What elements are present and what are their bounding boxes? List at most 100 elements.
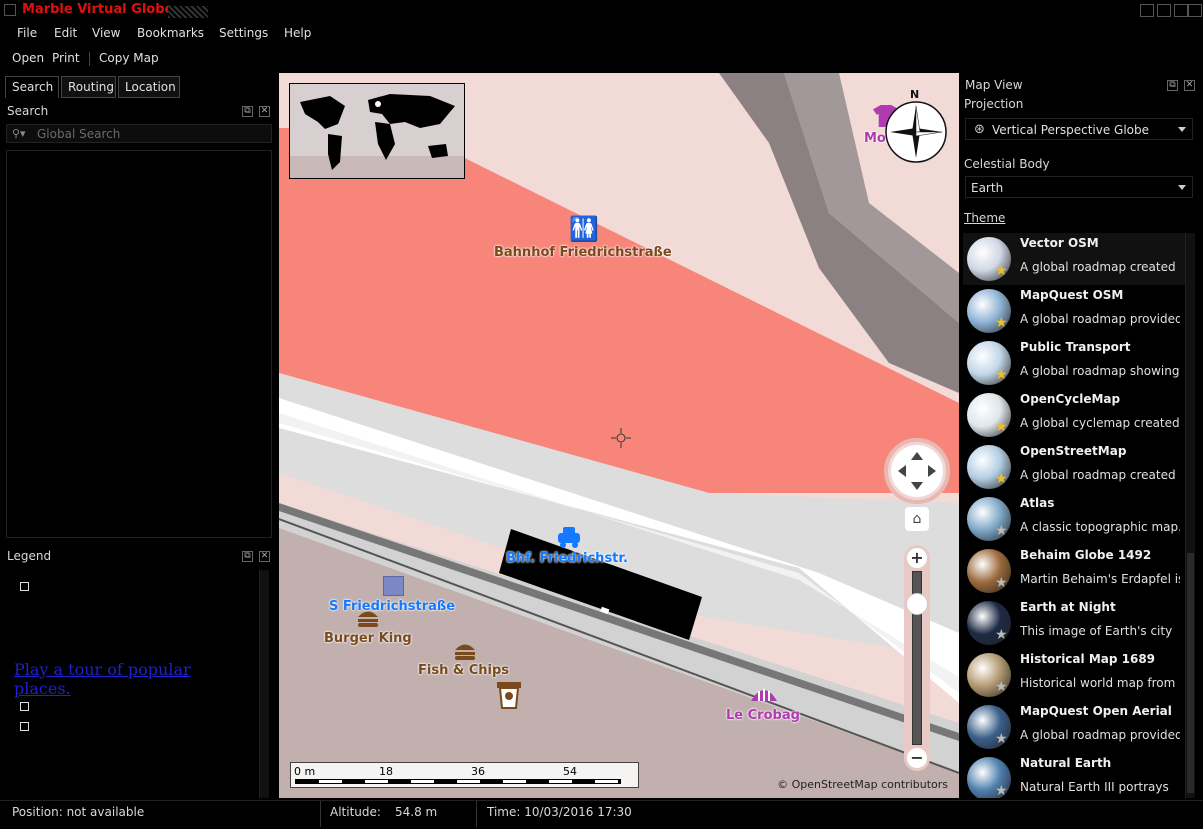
search-panel-title: Search: [7, 104, 49, 118]
system-menu-button[interactable]: [4, 4, 16, 16]
map-attribution[interactable]: © OpenStreetMap contributors: [777, 778, 948, 791]
theme-description: A global roadmap showing: [1020, 364, 1180, 378]
theme-item[interactable]: ★ Atlas A classic topographic map.: [963, 493, 1185, 545]
poi-label-burger[interactable]: Burger King: [324, 631, 412, 646]
star-icon: ★: [995, 315, 1008, 331]
menu-edit[interactable]: Edit: [54, 26, 77, 40]
theme-item[interactable]: ★ Behaim Globe 1492 Martin Behaim's Erdapf…: [963, 545, 1185, 597]
status-separator: [476, 801, 477, 827]
theme-label: Theme: [964, 211, 1006, 225]
close-icon[interactable]: ✕: [1184, 80, 1195, 91]
minimize-button[interactable]: [1157, 4, 1171, 17]
binoculars-icon[interactable]: ⚲▾: [12, 127, 26, 140]
station-icon[interactable]: [383, 576, 404, 596]
legend-checkbox[interactable]: [20, 722, 29, 731]
star-icon: ★: [995, 471, 1008, 487]
menu-settings[interactable]: Settings: [219, 26, 268, 40]
map-canvas[interactable]: 🚻 Bahnhof Friedrichstraße Bhf. Friedrich…: [279, 73, 959, 798]
projection-select[interactable]: ⊛ Vertical Perspective Globe: [965, 118, 1193, 140]
float-icon[interactable]: ⧉: [242, 551, 253, 562]
legend-scrollbar[interactable]: [259, 570, 269, 798]
close-icon[interactable]: ✕: [259, 106, 270, 117]
menu-help[interactable]: Help: [284, 26, 311, 40]
chevron-down-icon: [1178, 185, 1186, 190]
shade-button[interactable]: [1140, 4, 1154, 17]
close-icon[interactable]: ✕: [259, 551, 270, 562]
theme-scrollbar[interactable]: [1185, 233, 1195, 798]
fastfood-icon[interactable]: [453, 641, 477, 661]
copy-map-button[interactable]: Copy Map: [99, 51, 159, 65]
legend-panel-title: Legend: [7, 549, 52, 563]
search-input[interactable]: ⚲▾ Global Search: [6, 124, 272, 143]
bakery-icon[interactable]: [749, 683, 779, 705]
overview-map[interactable]: [289, 83, 465, 179]
tour-link[interactable]: Play a tour of popular places.: [14, 660, 214, 698]
menu-file[interactable]: File: [17, 26, 37, 40]
theme-name: OpenStreetMap: [1020, 444, 1127, 458]
theme-description: A global roadmap created: [1020, 468, 1176, 482]
status-bar: Position: not available Altitude: 54.8 m…: [0, 800, 1203, 829]
menu-view[interactable]: View: [92, 26, 120, 40]
theme-name: Natural Earth: [1020, 756, 1112, 770]
theme-description: This image of Earth's city: [1020, 624, 1173, 638]
tab-search[interactable]: Search: [5, 76, 59, 98]
theme-item[interactable]: ★ Vector OSM A global roadmap created: [963, 233, 1185, 285]
zoom-slider[interactable]: + −: [904, 545, 930, 771]
open-button[interactable]: Open: [12, 51, 44, 65]
tab-location[interactable]: Location: [118, 76, 180, 98]
theme-item[interactable]: ★ Public Transport A global roadmap showin…: [963, 337, 1185, 389]
float-icon[interactable]: ⧉: [1167, 80, 1178, 91]
legend-checkbox[interactable]: [20, 702, 29, 711]
toilets-icon[interactable]: 🚻: [569, 215, 599, 243]
burger-icon[interactable]: [356, 608, 380, 628]
theme-name: MapQuest OSM: [1020, 288, 1124, 302]
float-icon[interactable]: ⧉: [242, 106, 253, 117]
poi-label-crobag[interactable]: Le Crobag: [726, 708, 800, 723]
star-icon: ★: [995, 367, 1008, 383]
theme-item[interactable]: ★ Natural Earth Natural Earth III portrays: [963, 753, 1185, 798]
zoom-in-button[interactable]: +: [907, 548, 927, 568]
poi-label-fish[interactable]: Fish & Chips: [418, 663, 509, 678]
compass-north-label: N: [910, 88, 920, 101]
home-icon[interactable]: ⌂: [905, 507, 929, 531]
scale-label-0: 0 m: [294, 765, 316, 778]
theme-list[interactable]: ★ Vector OSM A global roadmap created ★ MapQ…: [963, 233, 1185, 798]
zoom-out-button[interactable]: −: [907, 748, 927, 768]
search-results-list[interactable]: [6, 150, 272, 538]
theme-name: Historical Map 1689: [1020, 652, 1156, 666]
theme-scroll-handle[interactable]: [1187, 553, 1194, 793]
theme-item[interactable]: ★ Earth at Night This image of Earth's cit…: [963, 597, 1185, 649]
tab-routing[interactable]: Routing: [61, 76, 116, 98]
taxi-icon[interactable]: [555, 525, 583, 549]
theme-item[interactable]: ★ OpenCycleMap A global cyclemap created: [963, 389, 1185, 441]
star-icon: ★: [995, 627, 1008, 643]
theme-item[interactable]: ★ MapQuest OSM A global roadmap provided: [963, 285, 1185, 337]
theme-item[interactable]: ★ MapQuest Open Aerial A global roadmap pr…: [963, 701, 1185, 753]
poi-label-bhf[interactable]: Bhf. Friedrichstr.: [506, 551, 628, 566]
world-map-icon: [290, 84, 464, 178]
compass-rose[interactable]: [885, 101, 947, 163]
star-icon: ★: [995, 523, 1008, 539]
scale-bar: 0 m 18 36 54: [290, 762, 639, 788]
poi-label-bahnhof[interactable]: Bahnhof Friedrichstraße: [494, 245, 672, 260]
chevron-down-icon: [1178, 127, 1186, 132]
zoom-handle[interactable]: [906, 593, 928, 615]
poi-label-s-friedrich[interactable]: S Friedrichstraße: [329, 599, 455, 614]
theme-description: Historical world map from: [1020, 676, 1176, 690]
maximize-button[interactable]: [1174, 4, 1188, 17]
theme-description: A global roadmap provided: [1020, 312, 1180, 326]
theme-description: Natural Earth III portrays: [1020, 780, 1169, 794]
theme-description: Martin Behaim's Erdapfel is: [1020, 572, 1180, 586]
projection-value: Vertical Perspective Globe: [992, 123, 1150, 137]
legend-checkbox[interactable]: [20, 582, 29, 591]
theme-item[interactable]: ★ Historical Map 1689 Historical world map…: [963, 649, 1185, 701]
cafe-icon[interactable]: [496, 681, 522, 709]
status-position: Position: not available: [12, 805, 145, 819]
print-button[interactable]: Print: [52, 51, 80, 65]
menu-bookmarks[interactable]: Bookmarks: [137, 26, 204, 40]
close-button[interactable]: [1188, 4, 1202, 17]
celestial-body-select[interactable]: Earth: [965, 176, 1193, 198]
pan-control[interactable]: [884, 438, 950, 504]
theme-name: Public Transport: [1020, 340, 1131, 354]
theme-item[interactable]: ★ OpenStreetMap A global roadmap created: [963, 441, 1185, 493]
